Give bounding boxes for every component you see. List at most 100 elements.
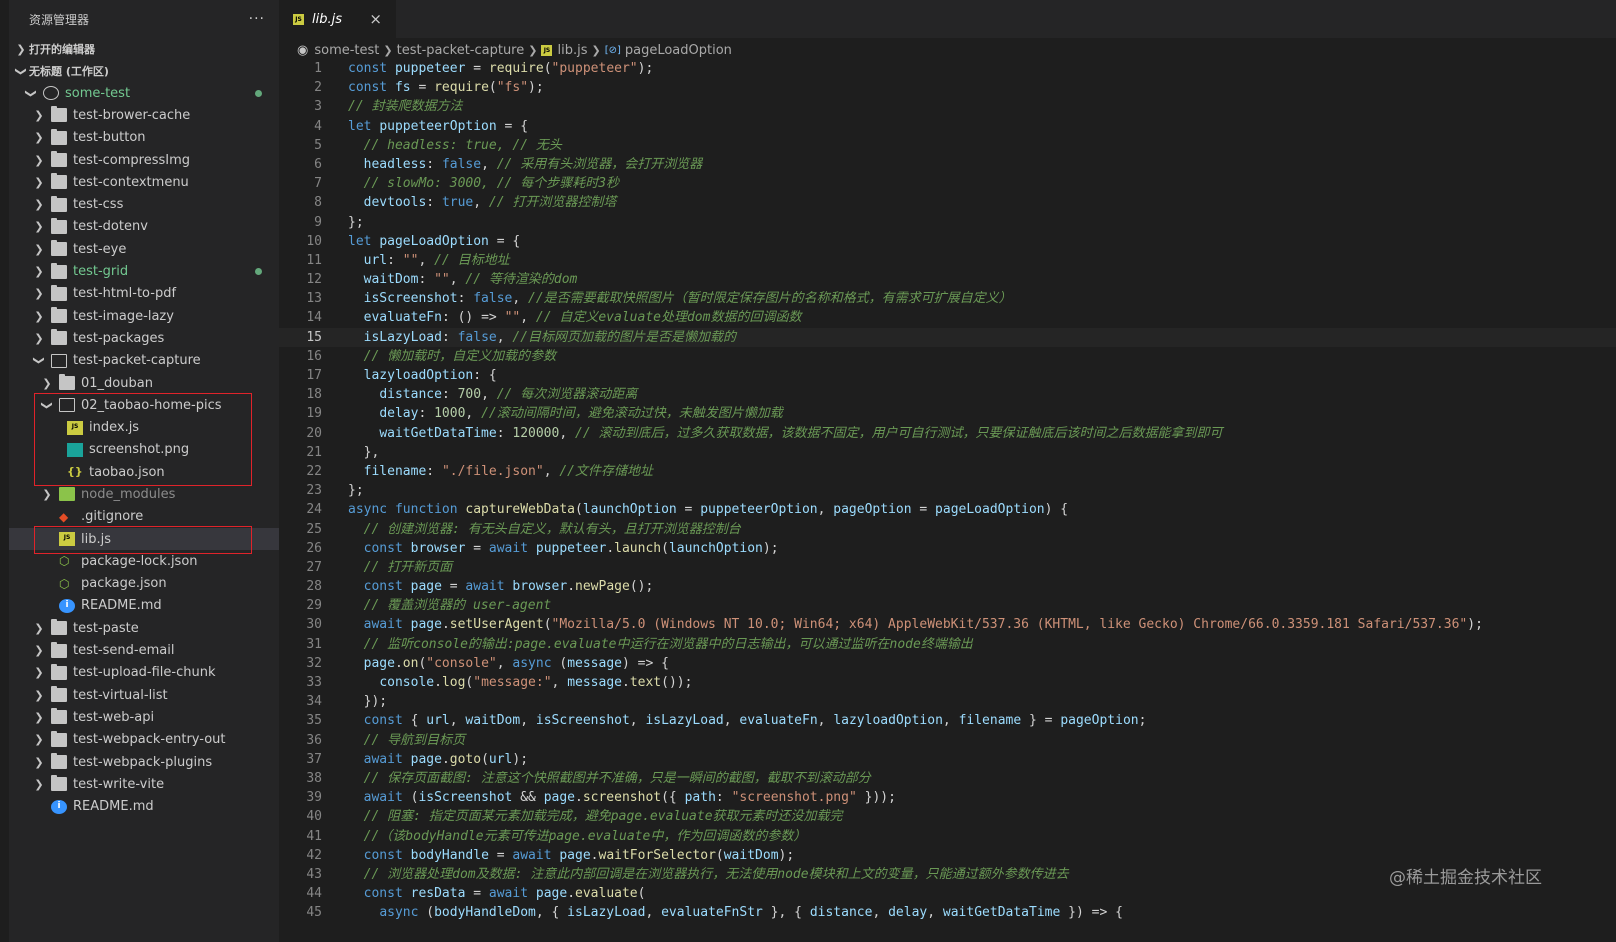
line-number: 19: [306, 406, 322, 422]
breadcrumb-item[interactable]: pageLoadOption: [625, 43, 732, 58]
tree-item[interactable]: ❯ test-virtual-list: [9, 684, 279, 706]
code-token: browser: [512, 579, 568, 595]
tree-item[interactable]: ❯ 02_taobao-home-pics: [9, 394, 279, 416]
tree-item[interactable]: JS index.js: [9, 416, 279, 438]
tree-item[interactable]: ❯ test-grid: [9, 260, 279, 282]
tree-item-label: node_modules: [81, 486, 176, 502]
tree-item[interactable]: ❯ test-packages: [9, 327, 279, 349]
workspace-section[interactable]: ❯ 无标题 (工作区): [9, 60, 279, 82]
tree-item[interactable]: JS lib.js: [9, 527, 279, 551]
line-number: 10: [306, 233, 322, 249]
tree-item[interactable]: ❯ test-write-vite: [9, 773, 279, 795]
code-text: lazyloadOption: {: [348, 366, 497, 385]
folder-icon: [51, 173, 67, 190]
code-token: :: [457, 291, 474, 307]
chevron-down-icon: ❯: [32, 356, 46, 366]
chevron-right-icon: ❯: [34, 153, 44, 167]
tree-item[interactable]: ❯ test-brower-cache: [9, 104, 279, 126]
tree-item[interactable]: ⬡ package.json: [9, 573, 279, 595]
tree-item[interactable]: ❯ test-paste: [9, 617, 279, 639]
breadcrumb-item[interactable]: test-packet-capture: [397, 43, 525, 58]
tree-item[interactable]: ❯ test-webpack-entry-out: [9, 729, 279, 751]
breadcrumb-item[interactable]: lib.js: [557, 43, 587, 58]
tree-item[interactable]: ❯ test-contextmenu: [9, 171, 279, 193]
line-number: 7: [314, 176, 322, 192]
tree-item[interactable]: {} taobao.json: [9, 461, 279, 483]
tree-item[interactable]: ❯ node_modules: [9, 483, 279, 505]
tree-item[interactable]: ❯ test-dotenv: [9, 216, 279, 238]
tree-item[interactable]: ❯ test-css: [9, 193, 279, 215]
code-token: let: [348, 118, 380, 134]
code-token: // 打开浏览器控制塔: [488, 195, 617, 211]
tree-item[interactable]: i README.md: [9, 595, 279, 617]
more-actions-icon[interactable]: ···: [249, 11, 265, 27]
tree-root-some-test[interactable]: ❯ some-test: [9, 82, 279, 104]
code-token: waitForSelector: [598, 847, 716, 863]
code-token: //是否需要截取快照图片（暂时限定保存图片的名称和格式，有需求可扩展自定义）: [528, 291, 1012, 307]
tree-item[interactable]: ❯ test-webpack-plugins: [9, 751, 279, 773]
folder-icon: [51, 775, 67, 792]
code-text: },: [348, 443, 380, 462]
code-text: // 创建浏览器: 有无头自定义，默认有头，且打开浏览器控制台: [348, 520, 741, 539]
tree-item[interactable]: ❯ test-eye: [9, 238, 279, 260]
tree-item[interactable]: screenshot.png: [9, 439, 279, 461]
tree-item[interactable]: ❯ test-upload-file-chunk: [9, 662, 279, 684]
code-token: puppeteerOption: [700, 502, 818, 518]
code-token: ,: [559, 425, 575, 441]
code-token: captureWebData: [465, 502, 575, 518]
chevron-right-icon: ❯: [34, 108, 44, 122]
tree-item[interactable]: i README.md: [9, 796, 279, 818]
code-token: 700: [457, 387, 482, 403]
tree-item-label: 02_taobao-home-pics: [81, 397, 222, 413]
code-token: // 采用有头浏览器，会打开浏览器: [496, 156, 703, 172]
line-number: 18: [306, 387, 322, 403]
line-number: 35: [306, 713, 322, 729]
code-text: // 懒加载时，自定义加载的参数: [348, 347, 556, 366]
code-token: =: [441, 579, 466, 595]
line-number: 28: [306, 579, 322, 595]
tree-item[interactable]: ❯ 01_douban: [9, 372, 279, 394]
tree-item[interactable]: ⬡ package-lock.json: [9, 550, 279, 572]
code-token: newPage: [575, 579, 630, 595]
code-token: distance: [809, 905, 873, 921]
code-token: isLazyLoad: [363, 329, 442, 345]
tree-item[interactable]: ❯ test-web-api: [9, 706, 279, 728]
tree-item-label: package-lock.json: [81, 553, 198, 569]
chevron-right-icon: ❯: [34, 777, 44, 791]
tree-item[interactable]: ❯ test-image-lazy: [9, 305, 279, 327]
line-number: 44: [306, 886, 322, 902]
tree-item[interactable]: ❯ test-compressImg: [9, 149, 279, 171]
json-file-icon: {}: [67, 465, 83, 479]
code-line: 31 // 监听console的输出:page.evaluate中运行在浏览器中…: [279, 635, 1616, 654]
code-editor[interactable]: 1 const puppeteer = require("puppeteer");…: [279, 59, 1616, 922]
code-line: 19 delay: 1000, //滚动间隔时间，避免滚动过快，未触发图片懒加载: [279, 404, 1616, 423]
tree-item[interactable]: ❯ test-html-to-pdf: [9, 283, 279, 305]
tree-item[interactable]: ❯ test-packet-capture: [9, 350, 279, 372]
tab-lib-js[interactable]: JS lib.js ×: [279, 0, 396, 38]
code-token: ,: [520, 310, 536, 326]
line-number: 33: [306, 675, 322, 690]
tree-root-label: some-test: [65, 85, 131, 101]
close-icon[interactable]: ×: [369, 10, 382, 28]
tree-item[interactable]: ❯ test-button: [9, 127, 279, 149]
code-text: const { url, waitDom, isScreenshot, isLa…: [348, 711, 1147, 730]
tree-item[interactable]: ◆ .gitignore: [9, 506, 279, 528]
code-token: // 懒加载时，自定义加载的参数: [363, 348, 557, 364]
code-token: isLazyLoad: [645, 713, 724, 729]
breadcrumb-item[interactable]: some-test: [314, 43, 379, 58]
line-number: 16: [306, 348, 322, 364]
tree-item[interactable]: ❯ test-send-email: [9, 639, 279, 661]
code-token: resData: [410, 886, 466, 902]
code-token: .: [590, 847, 599, 863]
code-token: .: [606, 540, 615, 556]
open-editors-section[interactable]: ❯ 打开的编辑器: [9, 38, 279, 60]
chevron-right-icon: ❯: [528, 43, 538, 57]
